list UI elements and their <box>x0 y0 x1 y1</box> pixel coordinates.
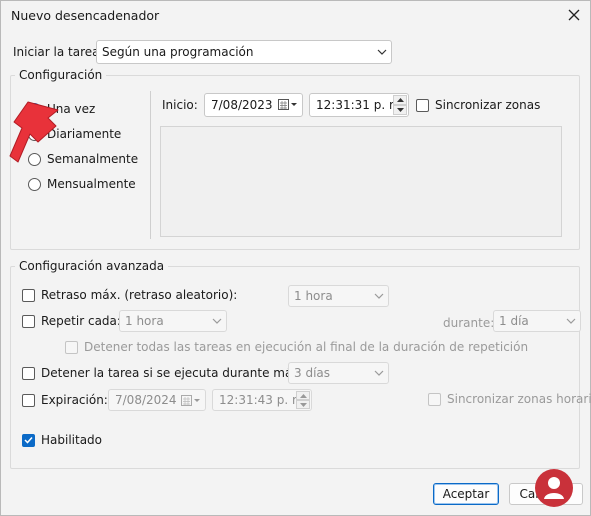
stop-if-value: 3 días <box>294 366 331 380</box>
repeat-label: Repetir cada: <box>41 314 121 328</box>
chevron-down-icon <box>370 363 388 383</box>
during-value: 1 día <box>499 314 529 328</box>
radio-monthly-label: Mensualmente <box>47 177 136 191</box>
start-time-input[interactable]: 12:31:31 p. m. <box>309 93 409 117</box>
stop-if-label: Detener la tarea si se ejecuta durante m… <box>41 366 322 380</box>
dialog-title: Nuevo desencadenador <box>11 8 160 23</box>
repeat-select[interactable]: 1 hora <box>119 310 227 332</box>
start-time-spinner[interactable] <box>393 95 407 115</box>
calendar-icon[interactable] <box>278 99 298 111</box>
spin-up-icon[interactable] <box>393 95 407 105</box>
expiration-time-value: 12:31:43 p. m. <box>219 393 308 407</box>
spin-down-icon[interactable] <box>296 400 310 409</box>
expiration-time-input[interactable]: 12:31:43 p. m. <box>212 389 312 411</box>
enabled-label: Habilitado <box>41 433 103 447</box>
chevron-down-icon <box>370 286 388 306</box>
radio-monthly[interactable]: Mensualmente <box>28 177 136 191</box>
delay-value: 1 hora <box>294 289 333 303</box>
expiration-sync-checkbox[interactable]: Sincronizar zonas horaria <box>428 392 591 406</box>
expiration-label: Expiración: <box>41 393 108 407</box>
start-task-select[interactable]: Según una programación <box>96 40 392 64</box>
start-date-value: 7/08/2023 <box>211 98 273 112</box>
spin-down-icon[interactable] <box>393 105 407 115</box>
during-label: durante: <box>443 316 495 330</box>
chevron-down-icon <box>208 311 226 331</box>
checkbox-box <box>416 98 429 112</box>
stop-all-label: Detener todas las tareas en ejecución al… <box>84 340 529 354</box>
stop-if-checkbox[interactable]: Detener la tarea si se ejecuta durante m… <box>22 366 321 380</box>
checkbox-box <box>22 433 35 447</box>
start-label: Inicio: <box>162 98 198 112</box>
sync-zones-label: Sincronizar zonas <box>435 98 541 112</box>
delay-checkbox[interactable]: Retraso máx. (retraso aleatorio): <box>22 288 237 302</box>
enabled-checkbox[interactable]: Habilitado <box>22 433 102 447</box>
stop-all-checkbox[interactable]: Detener todas las tareas en ejecución al… <box>65 340 528 354</box>
chevron-down-icon <box>373 41 391 63</box>
config-divider <box>150 91 151 239</box>
radio-dot <box>28 177 41 191</box>
start-task-label: Iniciar la tarea: <box>13 45 104 59</box>
expiration-time-spinner[interactable] <box>296 391 310 409</box>
repeat-checkbox[interactable]: Repetir cada: <box>22 314 121 328</box>
spin-up-icon[interactable] <box>296 391 310 400</box>
during-select[interactable]: 1 día <box>493 310 581 332</box>
checkbox-box <box>22 314 35 328</box>
sync-zones-checkbox[interactable]: Sincronizar zonas <box>416 98 540 112</box>
calendar-icon[interactable] <box>181 395 201 407</box>
config-group-label: Configuración <box>15 68 107 82</box>
close-icon <box>568 9 580 21</box>
chevron-down-icon <box>562 311 580 331</box>
accept-button[interactable]: Aceptar <box>433 483 499 505</box>
start-task-value: Según una programación <box>102 45 254 59</box>
close-button[interactable] <box>563 4 585 26</box>
checkbox-box <box>22 288 35 302</box>
expiration-sync-label: Sincronizar zonas horaria <box>447 392 591 406</box>
start-time-value: 12:31:31 p. m. <box>316 98 405 112</box>
delay-label: Retraso máx. (retraso aleatorio): <box>41 288 238 302</box>
start-date-picker[interactable]: 7/08/2023 <box>204 93 303 117</box>
checkbox-box <box>65 340 78 354</box>
advanced-group-label: Configuración avanzada <box>15 259 169 273</box>
stop-if-select[interactable]: 3 días <box>288 362 389 384</box>
checkmark-icon <box>24 436 33 444</box>
checkbox-box <box>22 393 35 407</box>
delay-select[interactable]: 1 hora <box>288 285 389 307</box>
checkbox-box <box>22 366 35 380</box>
schedule-detail-panel <box>160 126 562 237</box>
expiration-checkbox[interactable]: Expiración: <box>22 393 108 407</box>
expiration-date-picker[interactable]: 7/08/2024 <box>108 389 206 411</box>
annotation-arrow-icon <box>9 101 59 163</box>
repeat-value: 1 hora <box>125 314 164 328</box>
expiration-date-value: 7/08/2024 <box>115 393 177 407</box>
logo-watermark-icon <box>535 469 573 507</box>
checkbox-box <box>428 392 441 406</box>
